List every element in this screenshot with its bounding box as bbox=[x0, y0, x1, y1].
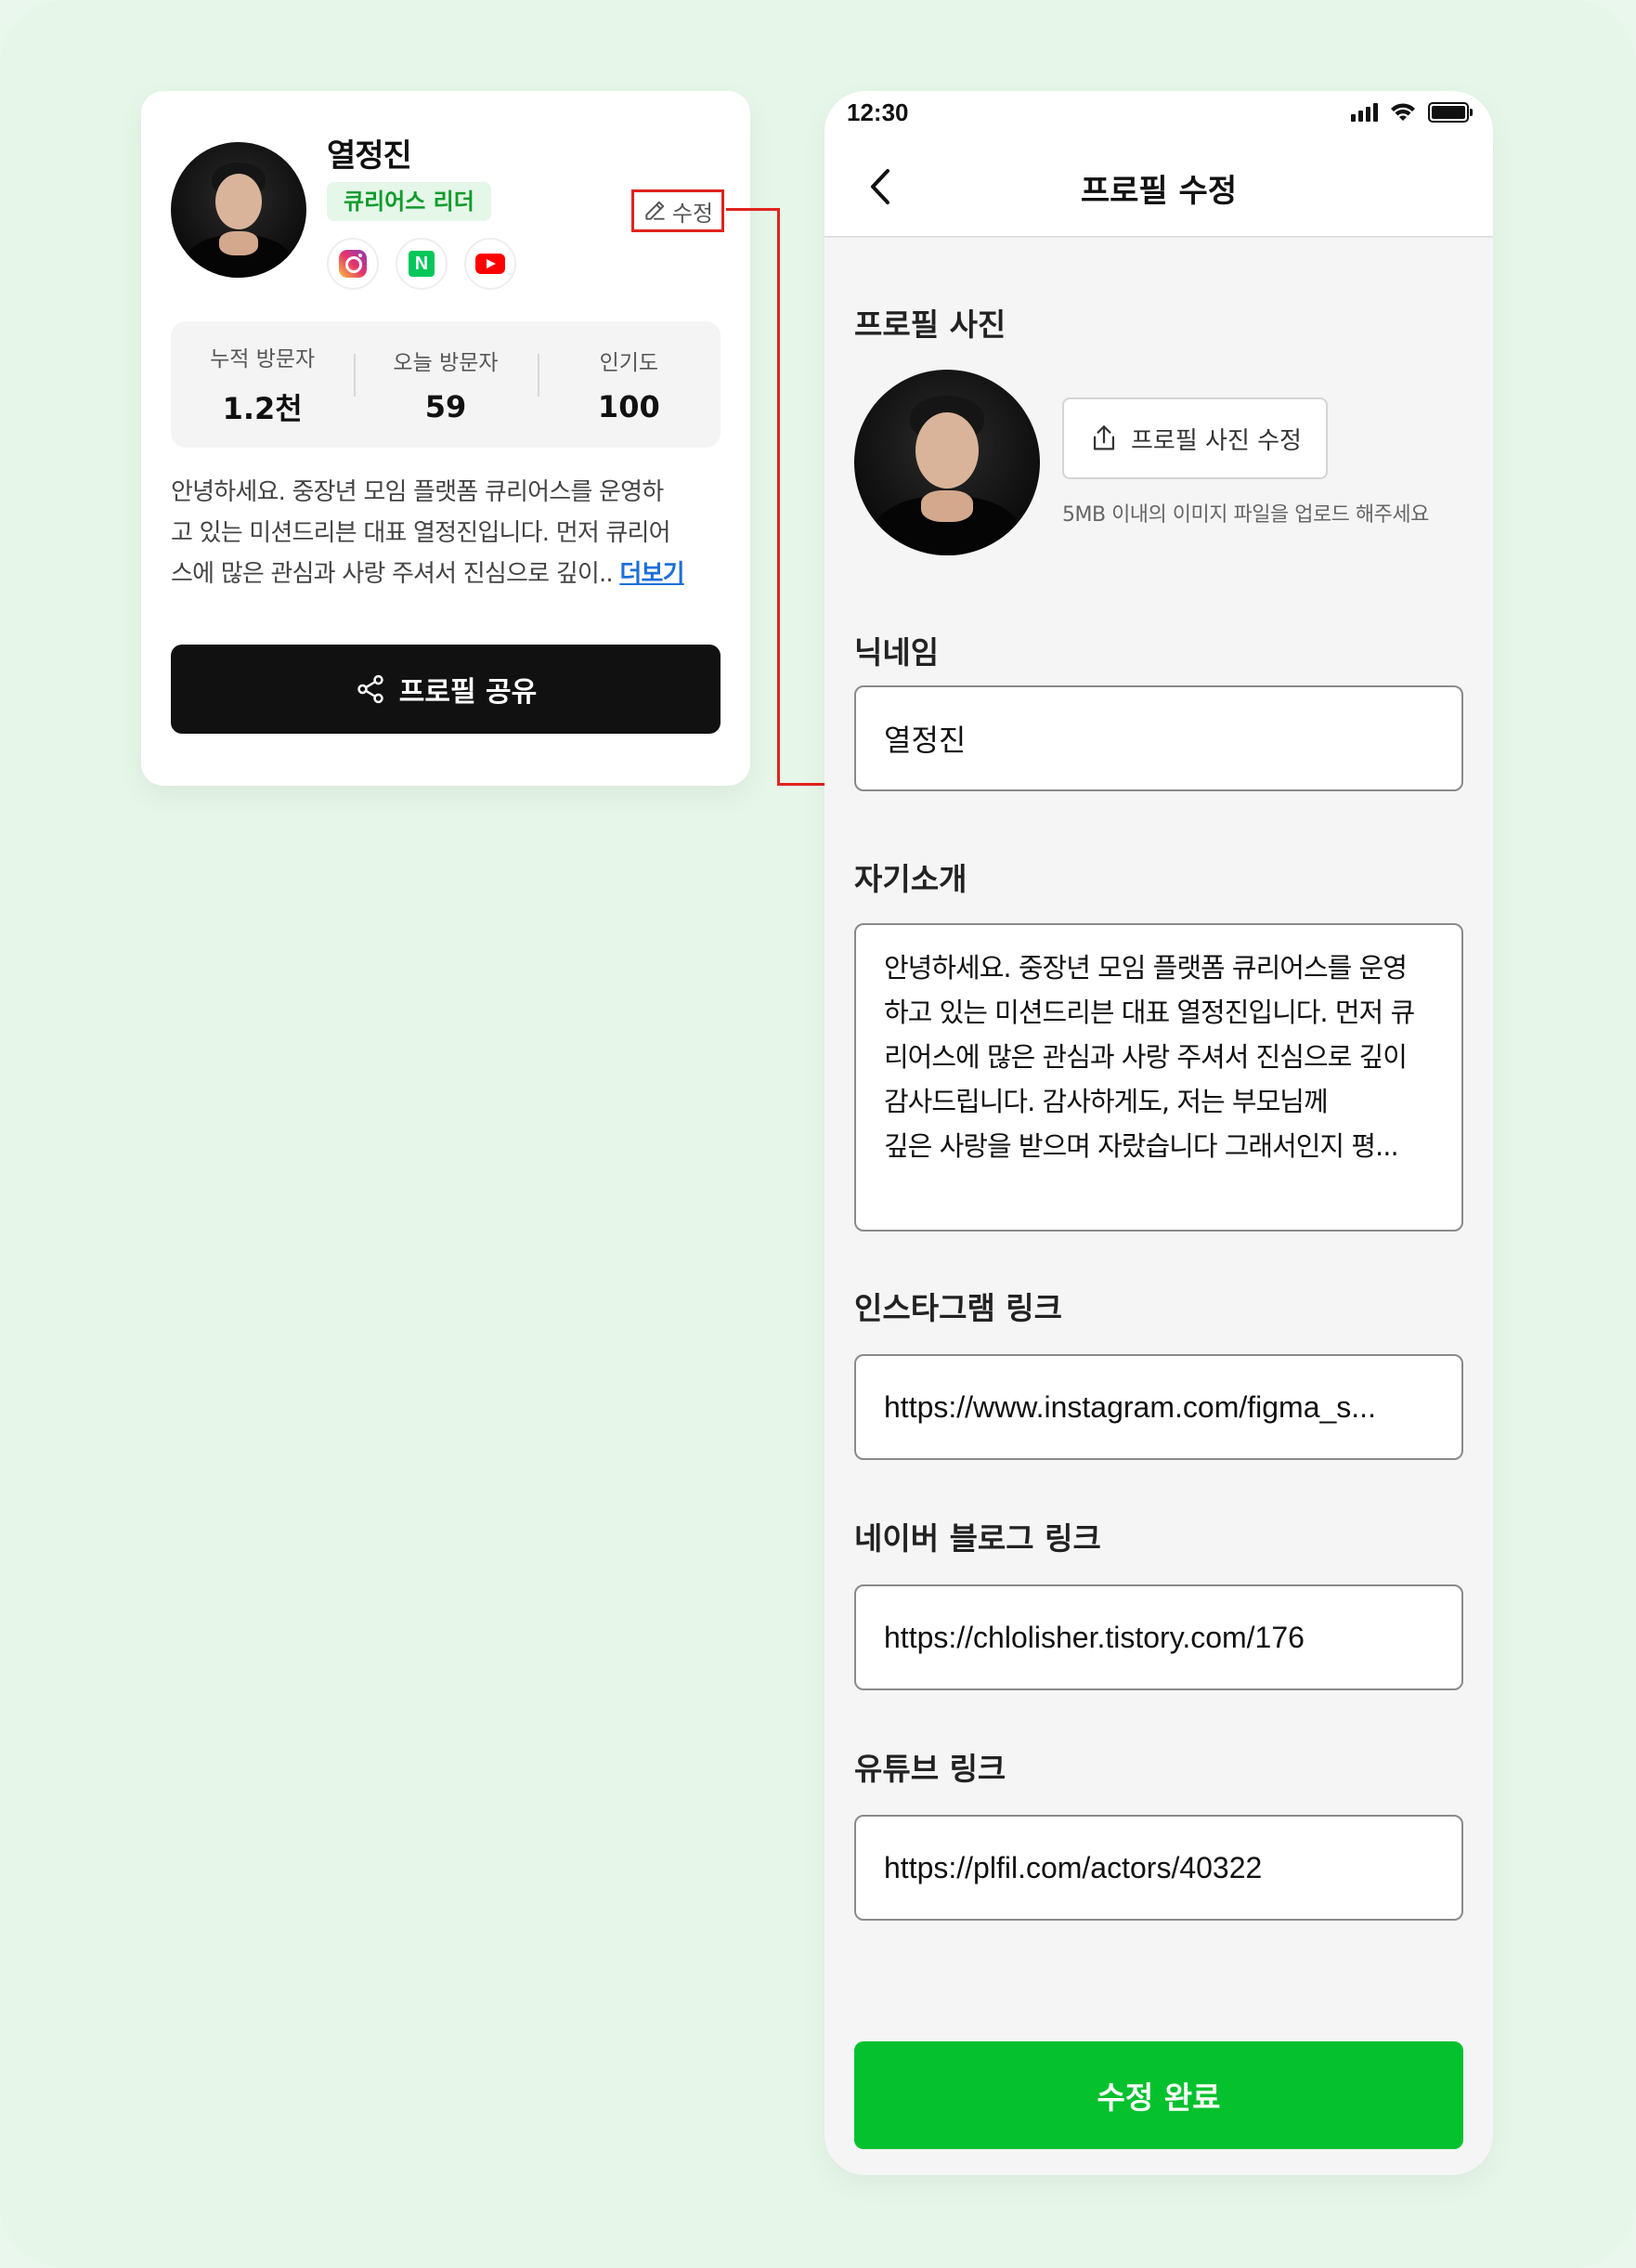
intro-line: 리어스에 많은 관심과 사랑 주셔서 진심으로 깊이 bbox=[884, 1041, 1408, 1073]
profile-name: 열정진 bbox=[327, 137, 412, 175]
stat-value: 1.2천 bbox=[222, 391, 303, 426]
naver-blog-link-input[interactable]: https://chlolisher.tistory.com/176 bbox=[854, 1584, 1463, 1690]
edit-profile-link[interactable]: 수정 bbox=[631, 189, 724, 232]
naver-link[interactable]: N bbox=[396, 238, 448, 290]
instagram-icon bbox=[339, 250, 367, 278]
nickname-label: 닉네임 bbox=[854, 634, 940, 671]
edit-photo-label: 프로필 사진 수정 bbox=[1131, 426, 1302, 455]
nickname-input[interactable]: 열정진 bbox=[854, 685, 1463, 791]
phone-screen: 12:30 프로필 수정 프로필 사진 프로필 사진 수정 5MB 이내의 이미… bbox=[824, 91, 1493, 2175]
share-profile-button[interactable]: 프로필 공유 bbox=[171, 645, 721, 734]
app-header: 12:30 프로필 수정 bbox=[824, 91, 1493, 238]
stat-label: 누적 방문자 bbox=[210, 347, 316, 371]
visitor-stats: 누적 방문자 1.2천 오늘 방문자 59 인기도 100 bbox=[171, 321, 721, 448]
stat-value: 59 bbox=[424, 389, 467, 424]
wifi-icon bbox=[1391, 103, 1415, 121]
intro-label: 자기소개 bbox=[854, 861, 967, 897]
youtube-icon bbox=[475, 254, 505, 274]
profile-photo bbox=[854, 370, 1040, 555]
share-icon bbox=[357, 674, 383, 704]
naver-icon: N bbox=[409, 251, 435, 277]
more-link[interactable]: 더보기 bbox=[619, 560, 684, 588]
instagram-link-label: 인스타그램 링크 bbox=[854, 1290, 1063, 1326]
page-title: 프로필 수정 bbox=[1080, 173, 1238, 210]
photo-section-label: 프로필 사진 bbox=[854, 306, 1006, 343]
youtube-link[interactable] bbox=[464, 238, 516, 290]
bio-text: 안녕하세요. 중장년 모임 플랫폼 큐리어스를 운영하 고 있는 미션드리븐 대… bbox=[171, 472, 728, 594]
intro-textarea[interactable]: 안녕하세요. 중장년 모임 플랫폼 큐리어스를 운영 하고 있는 미션드리븐 대… bbox=[854, 923, 1463, 1232]
stat-popularity: 인기도 100 bbox=[537, 345, 721, 424]
bio-line: 고 있는 미션드리븐 대표 열정진입니다. 먼저 큐리어 bbox=[171, 519, 671, 547]
edit-photo-button[interactable]: 프로필 사진 수정 bbox=[1062, 398, 1328, 479]
social-links: N bbox=[327, 238, 516, 290]
photo-hint: 5MB 이내의 이미지 파일을 업로드 해주세요 bbox=[1062, 503, 1429, 527]
stat-today-visitors: 오늘 방문자 59 bbox=[354, 345, 537, 424]
submit-button[interactable]: 수정 완료 bbox=[854, 2041, 1463, 2149]
connector-line bbox=[777, 208, 780, 786]
intro-line: 하고 있는 미션드리븐 대표 열정진입니다. 먼저 큐 bbox=[884, 997, 1415, 1028]
naver-blog-link-label: 네이버 블로그 링크 bbox=[854, 1520, 1101, 1557]
upload-icon bbox=[1093, 425, 1115, 450]
stat-label: 인기도 bbox=[599, 351, 659, 375]
stat-value: 100 bbox=[597, 389, 660, 424]
connector-line bbox=[726, 208, 780, 211]
intro-line: 감사드립니다. 감사하게도, 저는 부모님께 bbox=[884, 1086, 1329, 1117]
bio-line: 스에 많은 관심과 사랑 주셔서 진심으로 깊이.. bbox=[171, 560, 614, 588]
edit-label: 수정 bbox=[671, 200, 714, 227]
intro-line: 깊은 사랑을 받으며 자랐습니다 그래서인지 평... bbox=[884, 1130, 1399, 1162]
status-time: 12:30 bbox=[847, 98, 909, 126]
instagram-link-input[interactable]: https://www.instagram.com/figma_s... bbox=[854, 1354, 1463, 1460]
youtube-link-input[interactable]: https://plfil.com/actors/40322 bbox=[854, 1815, 1463, 1921]
signal-icon bbox=[1351, 103, 1378, 122]
instagram-link[interactable] bbox=[327, 238, 379, 290]
battery-icon bbox=[1428, 102, 1473, 123]
role-badge: 큐리어스 리더 bbox=[327, 182, 491, 221]
avatar bbox=[171, 142, 306, 278]
stat-total-visitors: 누적 방문자 1.2천 bbox=[171, 341, 354, 428]
share-label: 프로필 공유 bbox=[398, 676, 538, 709]
status-icons bbox=[1351, 102, 1473, 123]
profile-card: 열정진 큐리어스 리더 N 수정 누적 방문자 1.2천 오늘 방문자 59 인… bbox=[141, 91, 750, 786]
stat-label: 오늘 방문자 bbox=[393, 351, 499, 375]
intro-line: 안녕하세요. 중장년 모임 플랫폼 큐리어스를 운영 bbox=[884, 952, 1408, 984]
pencil-icon bbox=[645, 201, 665, 220]
youtube-link-label: 유튜브 링크 bbox=[854, 1751, 1006, 1787]
bio-line: 안녕하세요. 중장년 모임 플랫폼 큐리어스를 운영하 bbox=[171, 478, 664, 506]
